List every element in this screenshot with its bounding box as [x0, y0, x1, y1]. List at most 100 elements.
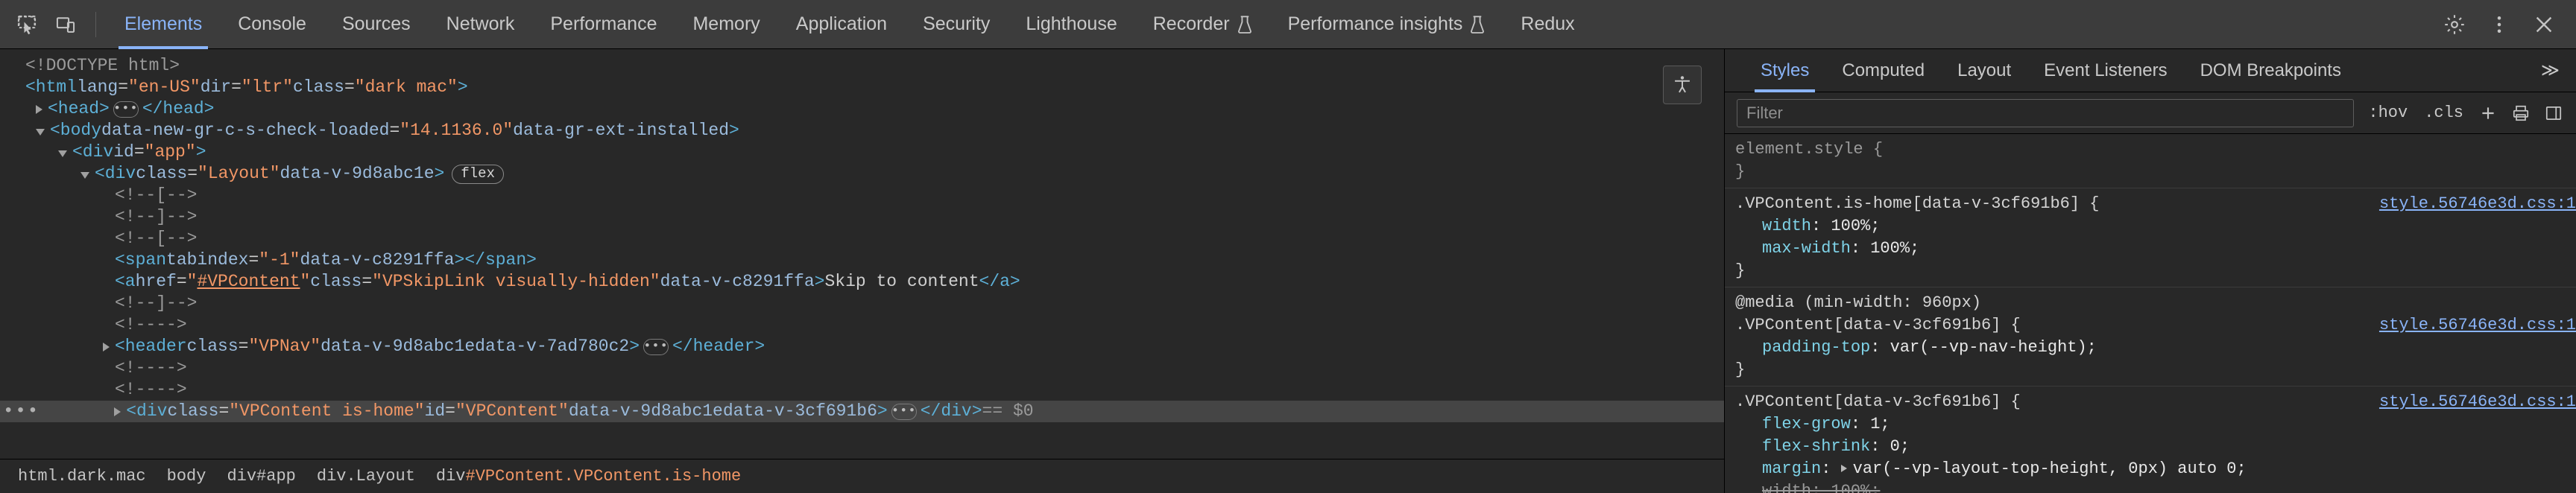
css-declaration[interactable]: max-width: 100%; — [1735, 238, 2576, 260]
css-property[interactable]: flex-grow — [1735, 413, 1851, 436]
collapsed-content-icon[interactable]: ••• — [113, 101, 139, 118]
css-property[interactable]: flex-shrink — [1735, 436, 1870, 458]
dom-node[interactable]: <!----> — [0, 379, 1724, 401]
css-property[interactable]: padding-top — [1735, 337, 1870, 359]
css-rule[interactable]: .VPContent[data-v-3cf691b6] {flex-grow: … — [1725, 387, 2576, 493]
tab-layout[interactable]: Layout — [1941, 49, 2027, 92]
tab-label: Layout — [1957, 60, 2012, 80]
dom-node[interactable]: <div class = " Layout " data-v-9d8abc1e > flex — [0, 163, 1724, 185]
css-source-link[interactable]: style.56746e3d.css:1 — [2379, 193, 2576, 215]
tab-lighthouse[interactable]: Lighthouse — [1008, 0, 1134, 49]
tab-label: Styles — [1761, 60, 1810, 80]
css-value[interactable]: : 100%; — [1851, 238, 1919, 260]
tab-network[interactable]: Network — [429, 0, 533, 49]
css-rule[interactable]: .VPContent.is-home[data-v-3cf691b6] {wid… — [1725, 188, 2576, 287]
breadcrumb-item[interactable]: div#VPContent.VPContent.is-home — [426, 467, 751, 486]
css-declaration[interactable]: width: 100%; — [1735, 215, 2576, 238]
tab-memory[interactable]: Memory — [675, 0, 777, 49]
tab-dom-breakpoints[interactable]: DOM Breakpoints — [2184, 49, 2358, 92]
element-classes-button[interactable]: .cls — [2416, 104, 2472, 122]
breadcrumb-item[interactable]: body — [157, 467, 217, 486]
css-declaration[interactable]: margin: var(--vp-layout-top-height, 0px)… — [1735, 458, 2576, 480]
tab-elements[interactable]: Elements — [107, 0, 220, 49]
expand-twisty[interactable] — [1840, 465, 1847, 473]
accessibility-tree-toggle-icon[interactable] — [1663, 66, 1702, 104]
css-rules-list[interactable]: element.style {} .VPContent.is-home[data-… — [1725, 134, 2576, 493]
print-media-icon[interactable] — [2504, 97, 2537, 130]
css-rule[interactable]: @media (min-width: 960px) .VPContent[data… — [1725, 287, 2576, 387]
dom-node[interactable]: <header class = " VPNav " data-v-9d8abc1e da… — [0, 336, 1724, 357]
flex-badge[interactable]: flex — [452, 164, 504, 184]
expand-twisty[interactable] — [80, 171, 89, 179]
css-value[interactable]: : var(--vp-layout-top-height, 0px) auto … — [1821, 458, 2247, 480]
close-icon[interactable] — [2524, 4, 2564, 45]
tab-security[interactable]: Security — [905, 0, 1008, 49]
dom-node[interactable]: <!--[--> — [0, 185, 1724, 206]
dom-node[interactable]: <span tabindex = " -1 " data-v-c8291ffa > </sp… — [0, 249, 1724, 271]
dom-node[interactable]: <div id = " app " > — [0, 141, 1724, 163]
tab-console[interactable]: Console — [220, 0, 324, 49]
computed-sidebar-icon[interactable] — [2537, 97, 2570, 130]
styles-more-tabs-icon[interactable]: ≫ — [2525, 60, 2576, 81]
expand-twisty[interactable] — [114, 407, 121, 416]
device-toolbar-icon[interactable] — [46, 5, 85, 44]
dom-node[interactable]: <!--]--> — [0, 206, 1724, 228]
more-vertical-icon[interactable] — [2479, 4, 2519, 45]
tab-sources[interactable]: Sources — [324, 0, 429, 49]
css-value[interactable]: : 0; — [1870, 436, 1910, 458]
force-state-button[interactable]: :hov — [2360, 104, 2416, 122]
css-property[interactable]: width — [1735, 480, 1811, 493]
dom-node[interactable]: <head> ••• </head> — [0, 98, 1724, 120]
dom-node[interactable]: <body data-new-gr-c-s-check-loaded = " 14.1… — [0, 120, 1724, 141]
dom-node[interactable]: <!----> — [0, 314, 1724, 336]
css-source-link[interactable]: style.56746e3d.css:1 — [2379, 391, 2576, 413]
expand-twisty[interactable] — [103, 342, 110, 352]
dom-node-selected[interactable]: ••• <div class = " VPContent is-home " id = " VP… — [0, 401, 1724, 422]
gear-icon[interactable] — [2434, 4, 2475, 45]
css-source-link[interactable]: style.56746e3d.css:1 — [2379, 314, 2576, 337]
css-declaration[interactable]: padding-top: var(--vp-nav-height); — [1735, 337, 2576, 359]
tab-application[interactable]: Application — [778, 0, 905, 49]
tab-label: Sources — [341, 13, 411, 34]
css-value[interactable]: : 100%; — [1811, 480, 1880, 493]
css-property[interactable]: max-width — [1735, 238, 1851, 260]
tab-styles[interactable]: Styles — [1744, 49, 1825, 92]
breadcrumb-item[interactable]: div#app — [216, 467, 306, 486]
css-value[interactable]: : 1; — [1851, 413, 1890, 436]
styles-filter-input[interactable]: Filter — [1737, 98, 2355, 127]
css-rule[interactable]: element.style {} — [1725, 134, 2576, 188]
expand-twisty[interactable] — [58, 150, 67, 157]
tab-performance[interactable]: Performance — [532, 0, 675, 49]
tab-label: Security — [923, 13, 991, 34]
tab-redux[interactable]: Redux — [1503, 0, 1592, 49]
toolbar-right-actions — [2434, 0, 2576, 49]
tab-computed[interactable]: Computed — [1825, 49, 1941, 92]
collapsed-content-icon[interactable]: ••• — [643, 338, 669, 355]
css-declaration[interactable]: flex-shrink: 0; — [1735, 436, 2576, 458]
css-declaration[interactable]: flex-grow: 1; — [1735, 413, 2576, 436]
breadcrumb-item[interactable]: div.Layout — [306, 467, 426, 486]
dom-node[interactable]: <a href = " #VPContent " class = " VPSkipLink v… — [0, 271, 1724, 293]
plus-icon[interactable] — [2472, 97, 2504, 130]
expand-twisty[interactable] — [36, 104, 42, 114]
breadcrumb-item[interactable]: html.dark.mac — [7, 467, 157, 486]
css-property[interactable]: width — [1735, 215, 1811, 238]
dom-node[interactable]: <!--[--> — [0, 228, 1724, 249]
dom-node[interactable]: <!DOCTYPE html> — [0, 55, 1724, 77]
node-gutter-dots[interactable]: ••• — [3, 401, 40, 422]
dom-node[interactable]: <html lang = " en-US " dir = " ltr " class = " dark… — [0, 77, 1724, 98]
dom-tree[interactable]: <!DOCTYPE html> <html lang = " en-US " dir = " l… — [0, 49, 1724, 459]
tab-performance-insights[interactable]: Performance insights — [1270, 0, 1503, 49]
css-declaration[interactable]: width: 100%; — [1735, 480, 2576, 493]
css-property[interactable]: margin — [1735, 458, 1821, 480]
collapsed-content-icon[interactable]: ••• — [891, 403, 917, 420]
css-value[interactable]: : 100%; — [1811, 215, 1880, 238]
expand-twisty[interactable] — [36, 128, 45, 136]
css-selector[interactable]: element.style { — [1735, 139, 2576, 161]
dom-node[interactable]: <!--]--> — [0, 293, 1724, 314]
tab-event-listeners[interactable]: Event Listeners — [2027, 49, 2183, 92]
dom-node[interactable]: <!----> — [0, 357, 1724, 379]
tab-recorder[interactable]: Recorder — [1135, 0, 1270, 49]
css-value[interactable]: : var(--vp-nav-height); — [1870, 337, 2097, 359]
inspect-element-icon[interactable] — [7, 5, 46, 44]
